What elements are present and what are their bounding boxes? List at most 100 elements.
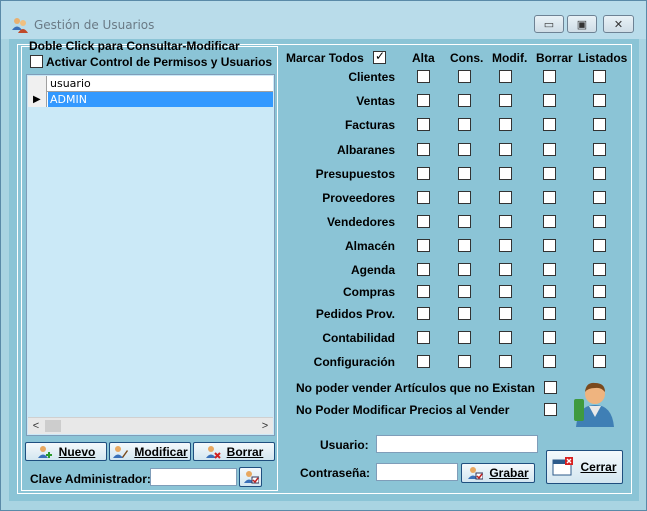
permission-checkbox[interactable]: [543, 191, 556, 204]
permission-label: Configuración: [313, 355, 395, 369]
add-user-icon: [37, 445, 52, 458]
permission-checkbox[interactable]: [499, 94, 512, 107]
permission-checkbox[interactable]: [499, 215, 512, 228]
new-user-button[interactable]: Nuevo: [25, 442, 107, 461]
permission-checkbox[interactable]: [499, 239, 512, 252]
permission-checkbox[interactable]: [458, 285, 471, 298]
permission-checkbox[interactable]: [417, 143, 430, 156]
permission-checkbox[interactable]: [458, 191, 471, 204]
permission-checkbox[interactable]: [417, 94, 430, 107]
permission-checkbox[interactable]: [593, 191, 606, 204]
permission-checkbox[interactable]: [593, 118, 606, 131]
save-button[interactable]: Grabar: [461, 463, 535, 483]
delete-user-button[interactable]: Borrar: [193, 442, 275, 461]
permission-checkbox[interactable]: [543, 118, 556, 131]
permission-checkbox[interactable]: [543, 263, 556, 276]
no-price-edit-checkbox[interactable]: [544, 403, 557, 416]
permission-checkbox[interactable]: [543, 239, 556, 252]
permission-checkbox[interactable]: [458, 215, 471, 228]
mark-all-label: Marcar Todos: [286, 51, 364, 65]
no-stock-sale-checkbox[interactable]: [544, 381, 557, 394]
admin-password-input[interactable]: [150, 468, 237, 486]
permission-checkbox[interactable]: [593, 239, 606, 252]
mark-all-checkbox[interactable]: [373, 49, 386, 64]
permission-checkbox[interactable]: [458, 307, 471, 320]
permission-checkbox[interactable]: [499, 285, 512, 298]
users-icon: [12, 18, 28, 33]
permission-checkbox[interactable]: [458, 70, 471, 83]
permission-checkbox[interactable]: [593, 307, 606, 320]
permission-checkbox[interactable]: [499, 263, 512, 276]
permission-checkbox[interactable]: [499, 70, 512, 83]
permission-checkbox[interactable]: [593, 70, 606, 83]
permission-checkbox[interactable]: [417, 118, 430, 131]
permission-label: Presupuestos: [315, 167, 395, 181]
permission-checkbox[interactable]: [543, 215, 556, 228]
permission-checkbox[interactable]: [543, 285, 556, 298]
scroll-right-icon[interactable]: >: [257, 418, 273, 434]
permission-checkbox[interactable]: [499, 143, 512, 156]
permission-checkbox[interactable]: [458, 355, 471, 368]
activate-control-checkbox[interactable]: [30, 55, 43, 68]
scroll-left-icon[interactable]: <: [28, 418, 44, 434]
permission-checkbox[interactable]: [499, 118, 512, 131]
minimize-button[interactable]: ▭: [534, 15, 564, 33]
permission-checkbox[interactable]: [543, 355, 556, 368]
admin-validate-button[interactable]: [239, 467, 262, 487]
modify-user-button[interactable]: Modificar: [109, 442, 191, 461]
permission-checkbox[interactable]: [499, 331, 512, 344]
permission-checkbox[interactable]: [458, 118, 471, 131]
permission-checkbox[interactable]: [458, 331, 471, 344]
permission-checkbox[interactable]: [593, 94, 606, 107]
close-button[interactable]: Cerrar: [546, 450, 623, 484]
permission-checkbox[interactable]: [458, 143, 471, 156]
password-input[interactable]: [376, 463, 458, 481]
permission-checkbox[interactable]: [543, 70, 556, 83]
permission-checkbox[interactable]: [417, 239, 430, 252]
permission-checkbox[interactable]: [593, 355, 606, 368]
permission-checkbox[interactable]: [458, 167, 471, 180]
permission-checkbox[interactable]: [543, 331, 556, 344]
scroll-thumb[interactable]: [45, 420, 61, 432]
activate-control-label: Activar Control de Permisos y Usuarios: [46, 55, 273, 69]
permission-checkbox[interactable]: [417, 167, 430, 180]
permission-checkbox[interactable]: [593, 143, 606, 156]
permission-checkbox[interactable]: [543, 167, 556, 180]
permission-checkbox[interactable]: [458, 239, 471, 252]
permission-checkbox[interactable]: [417, 191, 430, 204]
permission-checkbox[interactable]: [499, 167, 512, 180]
permission-label: Proveedores: [322, 191, 395, 205]
users-list[interactable]: usuario ▶ ADMIN < >: [26, 74, 275, 436]
permission-checkbox[interactable]: [417, 285, 430, 298]
horizontal-scrollbar[interactable]: < >: [28, 417, 273, 434]
permission-checkbox[interactable]: [593, 285, 606, 298]
user-cell[interactable]: ADMIN: [48, 92, 273, 107]
password-label: Contraseña:: [300, 466, 371, 480]
permission-checkbox[interactable]: [593, 215, 606, 228]
permission-label: Clientes: [348, 70, 395, 84]
permission-checkbox[interactable]: [593, 263, 606, 276]
permission-checkbox[interactable]: [458, 94, 471, 107]
permission-checkbox[interactable]: [417, 331, 430, 344]
permission-checkbox[interactable]: [593, 167, 606, 180]
user-input[interactable]: [376, 435, 538, 453]
permission-checkbox[interactable]: [417, 70, 430, 83]
table-row[interactable]: ▶ ADMIN: [28, 92, 273, 107]
title-bar[interactable]: Gestión de Usuarios ▭ ▣ ✕: [1, 1, 646, 39]
permission-checkbox[interactable]: [543, 307, 556, 320]
permission-checkbox[interactable]: [417, 215, 430, 228]
permission-checkbox[interactable]: [417, 307, 430, 320]
no-price-edit-label: No Poder Modificar Precios al Vender: [296, 403, 510, 417]
permission-checkbox[interactable]: [458, 263, 471, 276]
permission-checkbox[interactable]: [543, 94, 556, 107]
permission-label: Pedidos Prov.: [315, 307, 395, 321]
permission-checkbox[interactable]: [543, 143, 556, 156]
permission-checkbox[interactable]: [499, 191, 512, 204]
permission-checkbox[interactable]: [417, 263, 430, 276]
close-window-button[interactable]: ✕: [603, 15, 634, 33]
permission-checkbox[interactable]: [499, 307, 512, 320]
permission-checkbox[interactable]: [417, 355, 430, 368]
permission-checkbox[interactable]: [499, 355, 512, 368]
permission-checkbox[interactable]: [593, 331, 606, 344]
maximize-button[interactable]: ▣: [567, 15, 597, 33]
